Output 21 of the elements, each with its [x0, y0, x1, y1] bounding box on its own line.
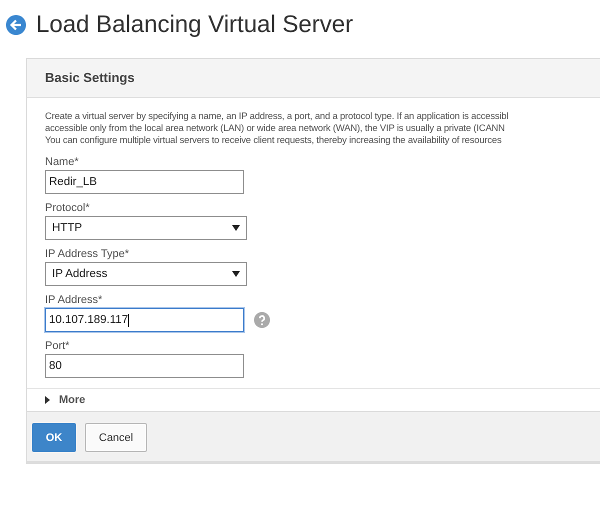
dropdown-caret-icon [232, 225, 240, 231]
description-text: Create a virtual server by specifying a name, an IP address, a port, and a protocol type. If an application is accessibl [45, 110, 510, 122]
dropdown[interactable]: HTTP [45, 216, 247, 240]
description-text: You can configure multiple virtual servers to receive client requests, thereby increasing the availability of resources [45, 134, 503, 146]
dropdown[interactable]: IP Address [45, 262, 247, 286]
section-title: Basic Settings [45, 70, 135, 85]
field-label: Protocol* [45, 202, 90, 214]
help-icon[interactable] [254, 312, 270, 328]
input-field[interactable]: 80 [45, 354, 244, 378]
field-label: Name* [45, 156, 79, 168]
expand-arrow-icon [45, 396, 50, 404]
input-field[interactable]: Redir_LB [45, 170, 244, 194]
field-label: Port* [45, 340, 70, 352]
field-label: IP Address* [45, 294, 102, 306]
input-field[interactable]: 10.107.189.117 [45, 308, 244, 332]
ok-button[interactable]: OK [32, 423, 76, 452]
cancel-button[interactable]: Cancel [85, 423, 147, 452]
field-label: IP Address Type* [45, 248, 129, 260]
dropdown-caret-icon [232, 271, 240, 277]
page-title: Load Balancing Virtual Server [36, 11, 354, 39]
description-text: accessible only from the local area network (LAN) or wide area network (WAN), the VIP is usually a private (ICANN [45, 122, 506, 134]
